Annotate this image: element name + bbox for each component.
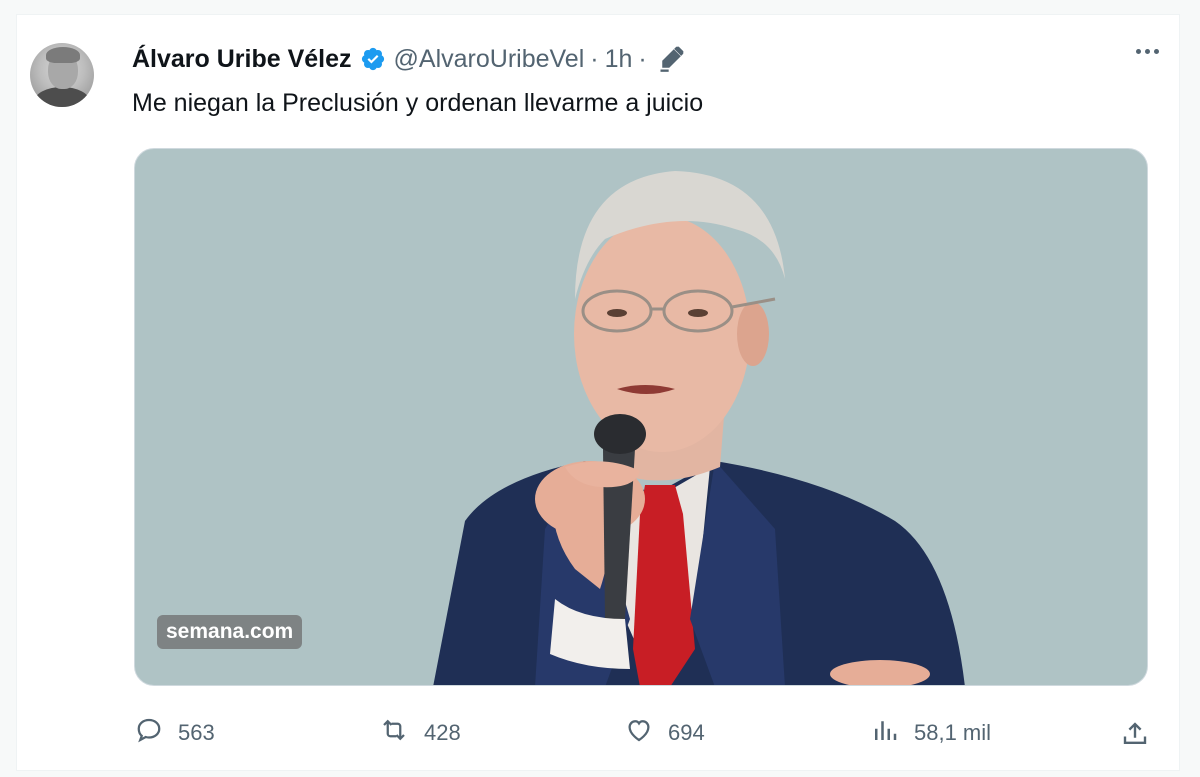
views-chart-icon (870, 715, 900, 751)
edit-pencil-icon[interactable] (657, 45, 685, 73)
author-handle[interactable]: @AlvaroUribeVel (394, 45, 585, 74)
share-icon[interactable] (1120, 719, 1150, 754)
reply-count: 563 (178, 720, 215, 745)
verified-badge-icon (360, 46, 386, 72)
like-button[interactable]: 694 (624, 715, 705, 751)
tweet-media-image[interactable]: semana.com (134, 148, 1148, 686)
tweet-text: Me niegan la Preclusión y ordenan llevar… (132, 89, 704, 117)
media-watermark: semana.com (157, 615, 303, 649)
tweet-time[interactable]: 1h (605, 45, 633, 74)
author-name[interactable]: Álvaro Uribe Vélez (132, 45, 352, 74)
separator-dot: · (638, 44, 647, 73)
media-photo (433, 171, 965, 685)
reply-button[interactable]: 563 (134, 715, 215, 751)
repost-count: 428 (424, 720, 461, 745)
heart-icon (624, 715, 654, 751)
repost-icon (378, 715, 410, 751)
more-options-icon[interactable] (1136, 49, 1159, 54)
like-count: 694 (668, 720, 705, 745)
author-avatar[interactable] (30, 43, 94, 107)
views-count: 58,1 mil (914, 720, 992, 745)
tweet-card[interactable]: Álvaro Uribe Vélez @AlvaroUribeVel · 1h … (16, 14, 1180, 771)
repost-button[interactable]: 428 (378, 715, 461, 751)
tweet-actions-bar: 563 428 694 58,1 mil (132, 715, 1152, 751)
reply-icon (134, 715, 164, 751)
separator-dot: · (590, 44, 599, 73)
views-button[interactable]: 58,1 mil (870, 715, 991, 751)
tweet-header: Álvaro Uribe Vélez @AlvaroUribeVel · 1h … (132, 43, 685, 75)
